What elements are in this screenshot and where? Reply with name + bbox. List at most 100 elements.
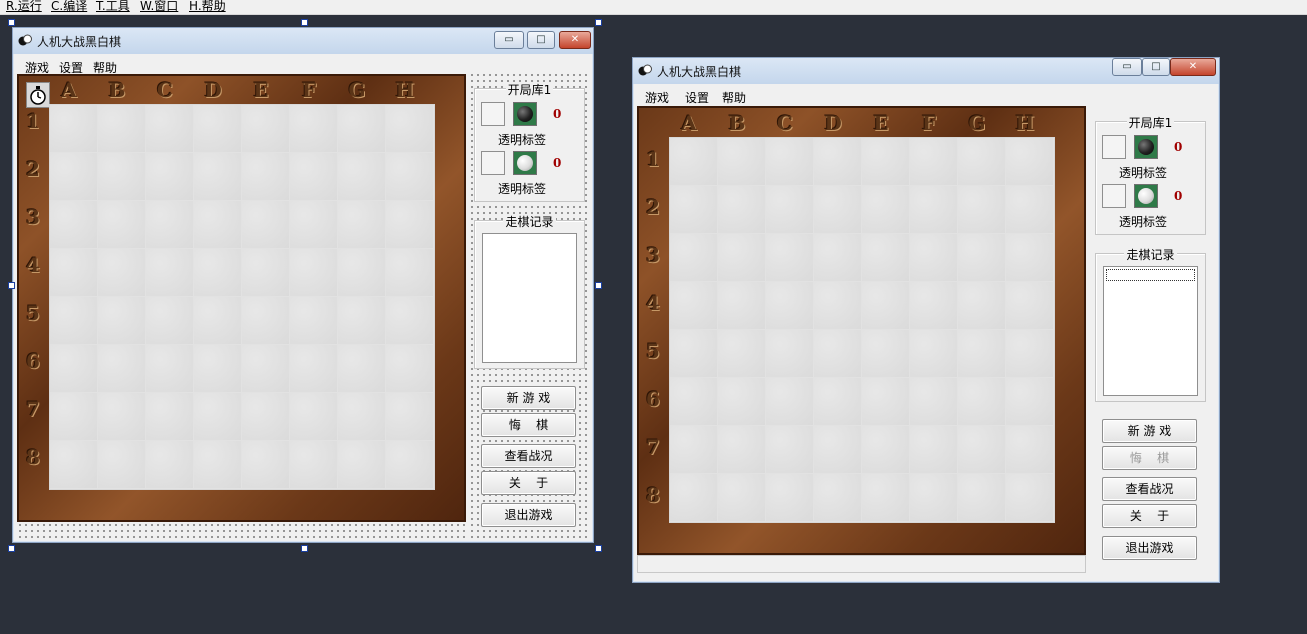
board-cell[interactable] [242,249,290,297]
view-status-button[interactable]: 查看战况 [481,444,576,468]
board-cell[interactable] [766,378,814,426]
minimize-button[interactable]: ▭ [1112,58,1142,76]
board-cell[interactable] [242,345,290,393]
board-cell[interactable] [958,426,1006,474]
board-cell[interactable] [386,249,434,297]
board-cell[interactable] [1006,282,1054,330]
board-cell[interactable] [910,138,958,186]
board-cell[interactable] [862,426,910,474]
board-cell[interactable] [98,249,146,297]
move-record-list[interactable] [1103,266,1198,396]
board-cell[interactable] [766,186,814,234]
board-cell[interactable] [718,474,766,522]
board-cell[interactable] [814,282,862,330]
ide-menu-window[interactable]: W.窗口 [140,0,178,14]
board-cell[interactable] [50,153,98,201]
board-cell[interactable] [338,345,386,393]
board-cell[interactable] [98,201,146,249]
board-cell[interactable] [958,378,1006,426]
board-cell[interactable] [98,105,146,153]
board-cell[interactable] [910,186,958,234]
design-form-window[interactable]: 人机大战黑白棋 ▭ □ ✕ 游戏 设置 帮助 ABCDEFGH12345678 … [12,27,594,543]
board-cell[interactable] [670,426,718,474]
close-button[interactable]: ✕ [1170,58,1216,76]
board-cell[interactable] [242,105,290,153]
board-cell[interactable] [290,153,338,201]
white-player-box[interactable] [1102,184,1126,208]
board-cell[interactable] [98,393,146,441]
new-game-button[interactable]: 新 游 戏 [1102,419,1197,443]
board-cell[interactable] [718,138,766,186]
black-player-box[interactable] [481,102,505,126]
resize-handle-s[interactable] [301,545,308,552]
board-cell[interactable] [718,234,766,282]
board-cell[interactable] [910,426,958,474]
board-cell[interactable] [1006,186,1054,234]
timer-icon[interactable] [26,82,50,108]
board-cell[interactable] [146,441,194,489]
board-cell[interactable] [194,345,242,393]
maximize-button[interactable]: □ [1142,58,1170,76]
board-cell[interactable] [98,345,146,393]
board-cell[interactable] [290,345,338,393]
board-cell[interactable] [862,474,910,522]
board-cell[interactable] [814,186,862,234]
board-cell[interactable] [1006,474,1054,522]
board-cell[interactable] [386,297,434,345]
board-cell[interactable] [338,297,386,345]
board-cell[interactable] [290,297,338,345]
board-cell[interactable] [766,474,814,522]
board-cell[interactable] [1006,234,1054,282]
board-cell[interactable] [718,426,766,474]
board-cell[interactable] [718,186,766,234]
board-cell[interactable] [146,105,194,153]
board-cell[interactable] [670,138,718,186]
design-titlebar[interactable]: 人机大战黑白棋 ▭ □ ✕ [13,28,593,54]
ide-menu-compile[interactable]: C.编译 [51,0,87,14]
board-cell[interactable] [958,330,1006,378]
board-cell[interactable] [194,297,242,345]
board-cell[interactable] [1006,426,1054,474]
board-cell[interactable] [242,441,290,489]
board-cell[interactable] [242,393,290,441]
undo-button[interactable]: 悔 棋 [481,413,576,437]
about-button[interactable]: 关 于 [1102,504,1197,528]
view-status-button[interactable]: 查看战况 [1102,477,1197,501]
board-cell[interactable] [50,201,98,249]
board-cell[interactable] [670,186,718,234]
runtime-window[interactable]: 人机大战黑白棋 ▭ □ ✕ 游戏 设置 帮助 ABCDEFGH12345678 … [632,57,1220,583]
black-player-box[interactable] [1102,135,1126,159]
board-grid[interactable] [669,137,1055,523]
board-cell[interactable] [386,201,434,249]
board-cell[interactable] [814,138,862,186]
board-cell[interactable] [862,186,910,234]
board-cell[interactable] [98,297,146,345]
board-cell[interactable] [194,249,242,297]
move-record-list[interactable] [482,233,577,363]
board-cell[interactable] [194,201,242,249]
board-grid[interactable] [49,104,435,490]
board-cell[interactable] [958,186,1006,234]
board-cell[interactable] [338,441,386,489]
runtime-titlebar[interactable]: 人机大战黑白棋 ▭ □ ✕ [633,58,1219,84]
board-cell[interactable] [50,441,98,489]
board-cell[interactable] [958,138,1006,186]
board-cell[interactable] [242,297,290,345]
board-cell[interactable] [862,378,910,426]
board-cell[interactable] [146,201,194,249]
board-cell[interactable] [338,201,386,249]
board-cell[interactable] [1006,138,1054,186]
board-cell[interactable] [814,234,862,282]
board-cell[interactable] [910,474,958,522]
board-cell[interactable] [1006,330,1054,378]
board-cell[interactable] [242,201,290,249]
board-cell[interactable] [98,441,146,489]
board-cell[interactable] [194,153,242,201]
board-cell[interactable] [386,441,434,489]
board-cell[interactable] [766,330,814,378]
menu-game[interactable]: 游戏 [645,89,669,106]
board-cell[interactable] [766,234,814,282]
ide-menu-help[interactable]: H.帮助 [189,0,226,14]
board-cell[interactable] [670,234,718,282]
new-game-button[interactable]: 新 游 戏 [481,386,576,410]
